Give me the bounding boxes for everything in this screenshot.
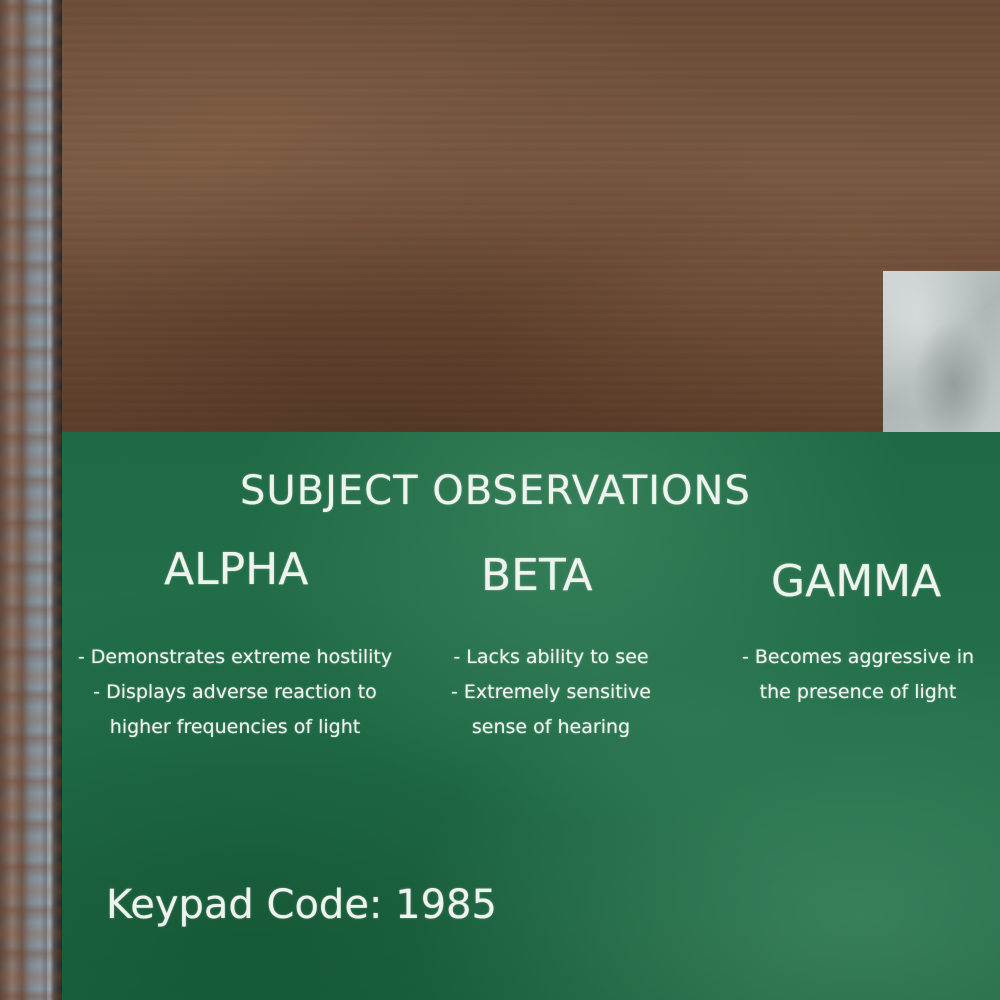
gamma-note-line: the presence of light — [759, 681, 957, 703]
chalkboard: SUBJECT OBSERVATIONS ALPHA BETA GAMMA - … — [62, 432, 1000, 1000]
chalkboard-title: SUBJECT OBSERVATIONS — [240, 468, 751, 514]
concrete-wall-patch — [883, 271, 1000, 432]
beta-note-line: sense of hearing — [471, 716, 631, 738]
beta-heading: BETA — [481, 550, 593, 601]
keypad-code: Keypad Code: 1985 — [106, 882, 497, 928]
game-scene: SUBJECT OBSERVATIONS ALPHA BETA GAMMA - … — [0, 0, 1000, 1000]
beta-notes: - Lacks ability to see - Extremely sensi… — [446, 640, 656, 745]
alpha-heading: ALPHA — [164, 544, 309, 595]
alpha-note-line: higher frequencies of light — [109, 716, 361, 738]
gamma-notes: - Becomes aggressive in the presence of … — [740, 640, 976, 710]
gamma-heading: GAMMA — [771, 556, 942, 607]
alpha-note-line: - Demonstrates extreme hostility — [77, 646, 393, 668]
rusted-pipe — [0, 0, 62, 1000]
wooden-wall-panel — [62, 0, 1000, 432]
beta-note-line: - Extremely sensitive — [451, 681, 651, 703]
gamma-note-line: - Becomes aggressive in — [741, 646, 975, 668]
alpha-notes: - Demonstrates extreme hostility - Displ… — [76, 640, 394, 745]
beta-note-line: - Lacks ability to see — [453, 646, 649, 668]
alpha-note-line: - Displays adverse reaction to — [93, 681, 377, 703]
